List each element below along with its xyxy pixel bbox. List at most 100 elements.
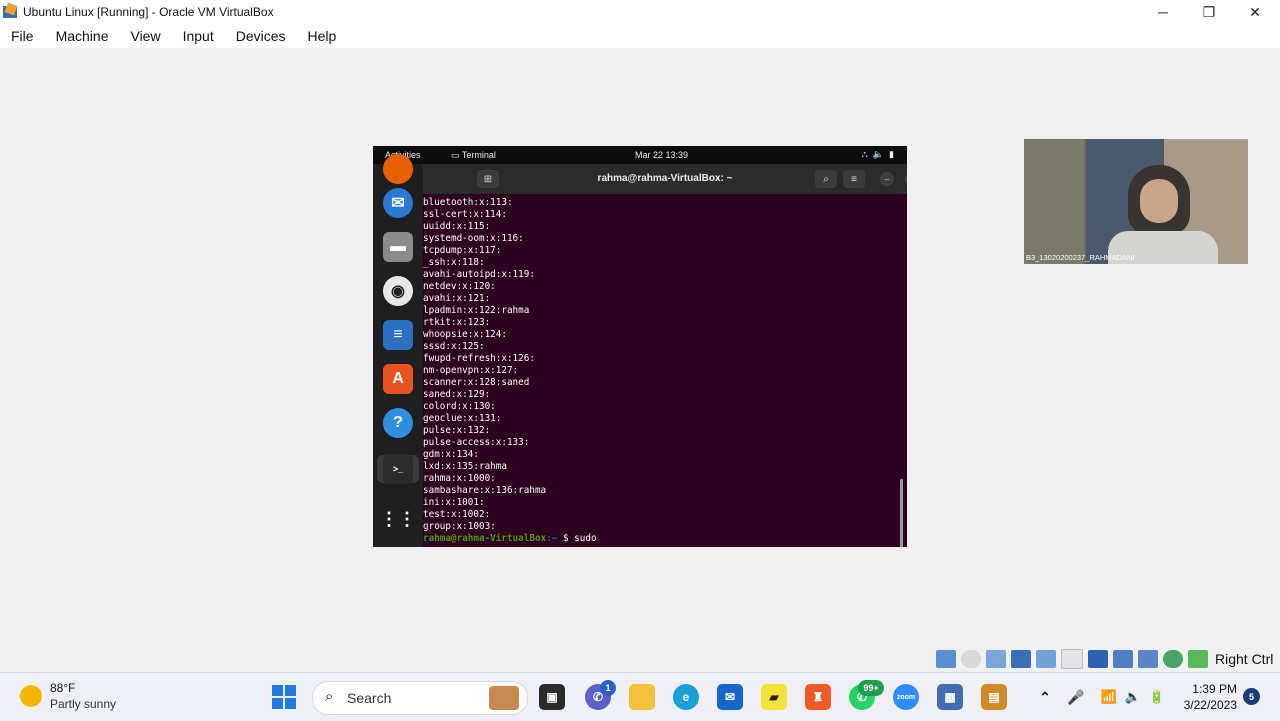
cpu-icon[interactable]: [1138, 650, 1158, 668]
gnome-clock[interactable]: Mar 22 13:39: [635, 150, 688, 160]
edge-icon[interactable]: e: [673, 684, 699, 710]
terminal-line: tcpdump:x:117:: [423, 245, 502, 256]
terminal-line: netdev:x:120:: [423, 281, 496, 292]
terminal-line: _ssh:x:118:: [423, 257, 485, 268]
mail-icon[interactable]: ✉: [717, 684, 743, 710]
display-icon[interactable]: [1088, 650, 1108, 668]
brave-icon[interactable]: ♜: [805, 684, 831, 710]
terminal-line: pulse:x:132:: [423, 425, 491, 436]
audio-icon[interactable]: [986, 650, 1006, 668]
terminal-line: avahi-autoipd:x:119:: [423, 269, 535, 280]
usb-icon[interactable]: [1036, 650, 1056, 668]
webcam-label: B3_13020200237_RAHMADANI: [1026, 253, 1135, 262]
virtualbox-taskbar-icon[interactable]: ▦: [937, 684, 963, 710]
menu-machine[interactable]: Machine: [45, 24, 120, 48]
terminal-menu-button[interactable]: ≡: [843, 170, 865, 188]
search-placeholder: Search: [347, 690, 392, 706]
terminal-line: ssl-cert:x:114:: [423, 209, 507, 220]
terminal-line: gdm:x:134:: [423, 449, 479, 460]
libreoffice-writer-icon[interactable]: ≡: [383, 320, 413, 350]
vbox-status-bar: Right Ctrl: [936, 648, 1273, 670]
app-center-icon[interactable]: A: [383, 364, 413, 394]
files-icon[interactable]: ▬: [383, 232, 413, 262]
weather-condition: Partly sunny: [50, 697, 117, 711]
sticky-notes-icon[interactable]: ▰: [761, 684, 787, 710]
virtualbox-vm-window-icon[interactable]: ▤: [981, 684, 1007, 710]
windows-start-icon[interactable]: [272, 685, 296, 709]
terminal-prompt-line[interactable]: rahma@rahma-VirtualBox:~ $ sudo: [423, 533, 597, 545]
app-menu-terminal[interactable]: ▭ Terminal: [451, 150, 496, 161]
show-apps-icon[interactable]: ⋮⋮: [380, 504, 416, 534]
webcam-wall: [1024, 139, 1084, 264]
file-explorer-icon[interactable]: [629, 684, 655, 710]
terminal-line: uuidd:x:115:: [423, 221, 491, 232]
recording-icon[interactable]: [1113, 650, 1133, 668]
virtualbox-icon: [3, 2, 19, 20]
terminal-small-icon: ▭: [451, 150, 462, 160]
terminal-line: rahma:x:1000:: [423, 473, 496, 484]
terminal-line: test:x:1002:: [423, 509, 491, 520]
terminal-line: scanner:x:128:saned: [423, 377, 530, 388]
terminal-line: colord:x:130:: [423, 401, 496, 412]
thunderbird-icon[interactable]: ✉: [383, 188, 413, 218]
battery-icon[interactable]: 🔋: [1144, 684, 1170, 710]
terminal-search-button[interactable]: ⌕: [815, 170, 837, 188]
terminal-line: sssd:x:125:: [423, 341, 485, 352]
taskbar-clock[interactable]: 1:39 PM 3/22/2023: [1180, 681, 1237, 713]
close-button[interactable]: ✕: [1232, 0, 1278, 24]
partly-sunny-icon: [20, 685, 42, 707]
mouse-integration-icon[interactable]: [1163, 650, 1183, 668]
task-view-icon[interactable]: ▣: [539, 684, 565, 710]
menu-input[interactable]: Input: [172, 24, 225, 48]
terminal-minimize-button[interactable]: –: [880, 172, 894, 186]
terminal-line: nm-openvpn:x:127:: [423, 365, 519, 376]
menu-file[interactable]: File: [0, 24, 45, 48]
maximize-button[interactable]: ❐: [1186, 0, 1232, 24]
terminal-scrollbar[interactable]: [900, 479, 903, 547]
terminal-header: ⊞ rahma@rahma-VirtualBox: ~ ⌕ ≡ – ▫ ✕: [423, 164, 907, 194]
rhythmbox-icon[interactable]: ◉: [383, 276, 413, 306]
taskbar-search[interactable]: ⌕ Search: [312, 681, 528, 715]
microphone-icon[interactable]: 🎤: [1063, 684, 1089, 710]
clock-date: 3/22/2023: [1183, 698, 1237, 712]
terminal-line: sambashare:x:136:rahma: [423, 485, 547, 496]
windows-taskbar: 88°F Partly sunny ⌕ Search ▣ ✆ 1 e ✉ ▰ ♜…: [0, 672, 1280, 721]
prompt-user: rahma@rahma-VirtualBox: [423, 533, 547, 544]
volume-icon: 🔈: [872, 149, 890, 159]
weather-temp: 88°F: [50, 681, 76, 695]
system-tray[interactable]: ⛬🔈▮: [862, 149, 899, 160]
menu-view[interactable]: View: [119, 24, 171, 48]
network-adapter-icon[interactable]: [1011, 650, 1031, 668]
terminal-line: fwupd-refresh:x:126:: [423, 353, 535, 364]
terminal-line: geoclue:x:131:: [423, 413, 502, 424]
ubuntu-screen[interactable]: Activities ▭ Terminal Mar 22 13:39 ⛬🔈▮ ✉…: [373, 146, 907, 547]
wifi-icon[interactable]: 📶: [1096, 684, 1122, 710]
shared-folders-icon[interactable]: [1061, 649, 1083, 669]
gnome-top-bar: Activities ▭ Terminal Mar 22 13:39 ⛬🔈▮: [373, 146, 907, 164]
window-titlebar: Ubuntu Linux [Running] - Oracle VM Virtu…: [0, 0, 1280, 24]
notifications-badge[interactable]: 5: [1243, 688, 1260, 705]
terminal-line: whoopsie:x:124:: [423, 329, 507, 340]
menu-help[interactable]: Help: [297, 24, 348, 48]
chevron-up-icon[interactable]: ⌃: [1032, 684, 1058, 710]
terminal-icon[interactable]: >_: [383, 454, 413, 484]
keyboard-capture-icon[interactable]: [1188, 650, 1208, 668]
search-highlight-icon: [489, 686, 519, 710]
firefox-icon[interactable]: [383, 154, 413, 184]
harddisk-icon[interactable]: [936, 650, 956, 668]
terminal-line: ini:x:1001:: [423, 497, 485, 508]
terminal-line: bluetooth:x:113:: [423, 197, 513, 208]
minimize-button[interactable]: ─: [1140, 0, 1186, 24]
help-icon[interactable]: ?: [383, 408, 413, 438]
zoom-icon[interactable]: zoom: [893, 684, 919, 710]
terminal-output[interactable]: bluetooth:x:113: ssl-cert:x:114: uuidd:x…: [423, 196, 907, 547]
battery-icon: ▮: [889, 149, 899, 159]
terminal-line: group:x:1003:: [423, 521, 496, 532]
menu-devices[interactable]: Devices: [225, 24, 297, 48]
whatsapp-badge: 99+: [858, 680, 884, 696]
chat-badge: 1: [600, 680, 616, 696]
ubuntu-dock: ✉ ▬ ◉ ≡ A ? >_ ⋮⋮: [373, 154, 423, 547]
terminal-line: pulse-access:x:133:: [423, 437, 530, 448]
speaker-icon[interactable]: 🔈: [1120, 684, 1146, 710]
optical-drive-icon[interactable]: [961, 650, 981, 668]
